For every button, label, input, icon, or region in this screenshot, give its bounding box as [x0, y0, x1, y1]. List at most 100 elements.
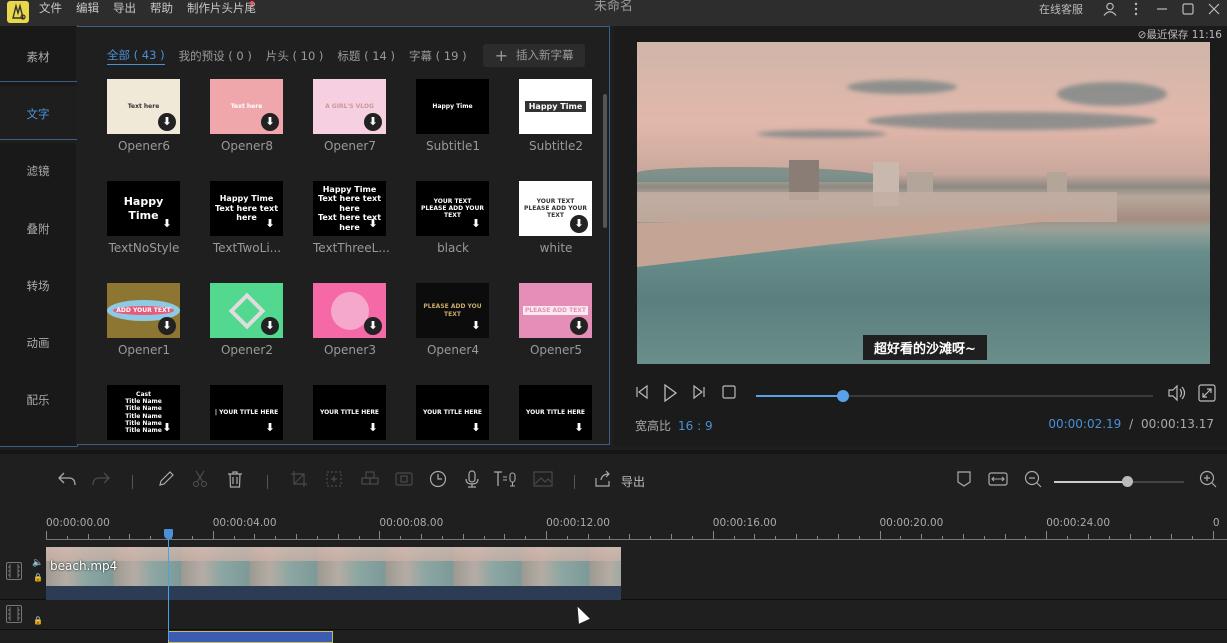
- video-clip[interactable]: beach.mp4: [46, 547, 621, 600]
- track-audio-icon[interactable]: 🔈: [32, 558, 43, 568]
- template-item[interactable]: Happy Time Subtitle2: [519, 79, 593, 153]
- delete-trash-icon[interactable]: [227, 470, 243, 488]
- download-icon[interactable]: ⬇: [467, 215, 485, 233]
- template-item[interactable]: ⬇ Opener2: [210, 283, 284, 357]
- mosaic-icon[interactable]: [360, 470, 380, 488]
- download-icon[interactable]: ⬇: [364, 215, 382, 233]
- fit-timeline-icon[interactable]: [988, 470, 1008, 488]
- template-item[interactable]: PLEASE ADD TEXT ⬇ Opener5: [519, 283, 593, 357]
- download-icon[interactable]: ⬇: [467, 419, 485, 437]
- template-thumbnail[interactable]: PLEASE ADD TEXT ⬇: [519, 283, 592, 338]
- template-thumbnail[interactable]: A GIRL'S VLOG ⬇: [313, 79, 386, 134]
- template-thumbnail[interactable]: Happy Time Text here text here Text here t…: [313, 181, 386, 236]
- minimize-icon[interactable]: [1149, 0, 1175, 18]
- video-subtitle-overlay[interactable]: 超好看的沙滩呀~: [863, 335, 987, 360]
- download-icon[interactable]: ⬇: [158, 113, 176, 131]
- timeline-zoom-slider[interactable]: [1054, 476, 1184, 487]
- progress-knob[interactable]: [837, 390, 850, 402]
- close-icon[interactable]: [1201, 0, 1227, 18]
- crop-icon[interactable]: [290, 470, 308, 488]
- export-icon[interactable]: [594, 470, 612, 488]
- redo-icon[interactable]: [91, 470, 111, 488]
- download-icon[interactable]: ⬇: [364, 419, 382, 437]
- sidebar-item-animations[interactable]: 动画: [0, 315, 76, 372]
- speed-clock-icon[interactable]: [429, 470, 447, 488]
- online-service-link[interactable]: 在线客服: [1039, 1, 1083, 17]
- resize-icon[interactable]: [325, 470, 343, 488]
- library-scrollbar[interactable]: [602, 60, 608, 440]
- zoom-slider-knob[interactable]: [1121, 476, 1133, 487]
- template-thumbnail[interactable]: ⬇: [210, 283, 283, 338]
- template-thumbnail[interactable]: Happy Time ⬇: [107, 181, 180, 236]
- download-icon[interactable]: ⬇: [158, 419, 176, 437]
- template-item[interactable]: ADD YOUR TEXT ⬇ Opener1: [107, 283, 181, 357]
- picture-icon[interactable]: [533, 470, 553, 488]
- playhead-line[interactable]: [168, 531, 169, 640]
- template-thumbnail[interactable]: YOUR TITLE HERE ⬇: [313, 385, 386, 440]
- template-thumbnail[interactable]: Happy Time: [416, 79, 489, 134]
- template-item[interactable]: YOUR TITLE HERE ⬇: [313, 385, 387, 440]
- download-icon[interactable]: ⬇: [261, 317, 279, 335]
- zoom-out-icon[interactable]: [1024, 470, 1042, 488]
- template-item[interactable]: PLEASE ADD YOU TEXT ⬇ Opener4: [416, 283, 490, 357]
- download-icon[interactable]: ⬇: [467, 317, 485, 335]
- template-thumbnail[interactable]: | YOUR TITLE HERE ⬇: [210, 385, 283, 440]
- download-icon[interactable]: ⬇: [570, 215, 588, 233]
- sidebar-item-overlays[interactable]: 叠附: [0, 201, 76, 258]
- aspect-ratio[interactable]: 宽高比 16 : 9: [635, 417, 713, 434]
- template-thumbnail[interactable]: Text here ⬇: [107, 79, 180, 134]
- tab-titles[interactable]: 标题 ( 14 ): [337, 48, 395, 64]
- download-icon[interactable]: ⬇: [364, 113, 382, 131]
- template-thumbnail[interactable]: YOUR TITLE HERE ⬇: [416, 385, 489, 440]
- timeline-ruler[interactable]: 00:00:00.00 00:00:04.00 00:00:08.00 00:00:1…: [0, 508, 1227, 543]
- undo-icon[interactable]: [57, 470, 77, 488]
- stop-icon[interactable]: [722, 384, 736, 400]
- marker-icon[interactable]: [956, 470, 972, 488]
- volume-icon[interactable]: [1167, 384, 1187, 402]
- track-lock-icon[interactable]: 🔒: [33, 616, 43, 625]
- export-button[interactable]: 导出: [621, 473, 645, 490]
- template-thumbnail[interactable]: YOUR TITLE HERE ⬇: [519, 385, 592, 440]
- template-item[interactable]: Happy Time Text here text here ⬇ TextTwoLi.…: [210, 181, 284, 255]
- text-clip[interactable]: [168, 631, 333, 643]
- template-thumbnail[interactable]: Text here ⬇: [210, 79, 283, 134]
- template-item[interactable]: Happy Time Text here text here Text here t…: [313, 181, 390, 255]
- edit-pencil-icon[interactable]: [157, 470, 175, 488]
- freeze-frame-icon[interactable]: [395, 470, 413, 488]
- download-icon[interactable]: ⬇: [158, 215, 176, 233]
- tab-subtitles[interactable]: 字幕 ( 19 ): [409, 48, 467, 64]
- template-item[interactable]: ⬇ Opener3: [313, 283, 387, 357]
- template-item[interactable]: YOUR TITLE HERE ⬇: [416, 385, 490, 440]
- fullscreen-icon[interactable]: [1198, 384, 1216, 402]
- download-icon[interactable]: ⬇: [261, 419, 279, 437]
- template-item[interactable]: YOUR TEXT PLEASE ADD YOUR TEXT ⬇ black: [416, 181, 490, 255]
- playhead-handle[interactable]: [164, 529, 173, 539]
- download-icon[interactable]: ⬇: [158, 317, 176, 335]
- aspect-ratio-value[interactable]: 16 : 9: [678, 419, 713, 433]
- sidebar-item-music[interactable]: 配乐: [0, 372, 76, 429]
- cut-scissors-icon[interactable]: [192, 470, 208, 488]
- template-item[interactable]: YOUR TEXT PLEASE ADD YOUR TEXT ⬇ white: [519, 181, 593, 255]
- menu-help[interactable]: 帮助: [149, 0, 181, 24]
- download-icon[interactable]: ⬇: [261, 215, 279, 233]
- play-icon[interactable]: [662, 384, 678, 402]
- template-item[interactable]: Text here ⬇ Opener8: [210, 79, 284, 153]
- voiceover-mic-icon[interactable]: [464, 470, 480, 488]
- zoom-in-icon[interactable]: [1199, 470, 1217, 488]
- template-item[interactable]: Cast Title Name Title Name Title Name Title …: [107, 385, 181, 440]
- menu-export[interactable]: 导出: [112, 0, 144, 24]
- template-thumbnail[interactable]: ADD YOUR TEXT ⬇: [107, 283, 180, 338]
- previous-frame-icon[interactable]: [634, 384, 650, 400]
- tab-my-presets[interactable]: 我的预设 ( 0 ): [179, 48, 252, 64]
- sidebar-item-text[interactable]: 文字: [0, 86, 76, 143]
- download-icon[interactable]: ⬇: [570, 317, 588, 335]
- scrollbar-thumb[interactable]: [603, 94, 607, 228]
- next-frame-icon[interactable]: [691, 384, 707, 400]
- sidebar-item-filters[interactable]: 滤镜: [0, 143, 76, 200]
- user-icon[interactable]: [1097, 0, 1123, 18]
- template-thumbnail[interactable]: Cast Title Name Title Name Title Name Title …: [107, 385, 180, 440]
- tab-all[interactable]: 全部 ( 43 ): [107, 47, 165, 65]
- download-icon[interactable]: ⬇: [364, 317, 382, 335]
- template-thumbnail[interactable]: Happy Time: [519, 79, 592, 134]
- template-item[interactable]: Happy Time ⬇ TextNoStyle: [107, 181, 181, 255]
